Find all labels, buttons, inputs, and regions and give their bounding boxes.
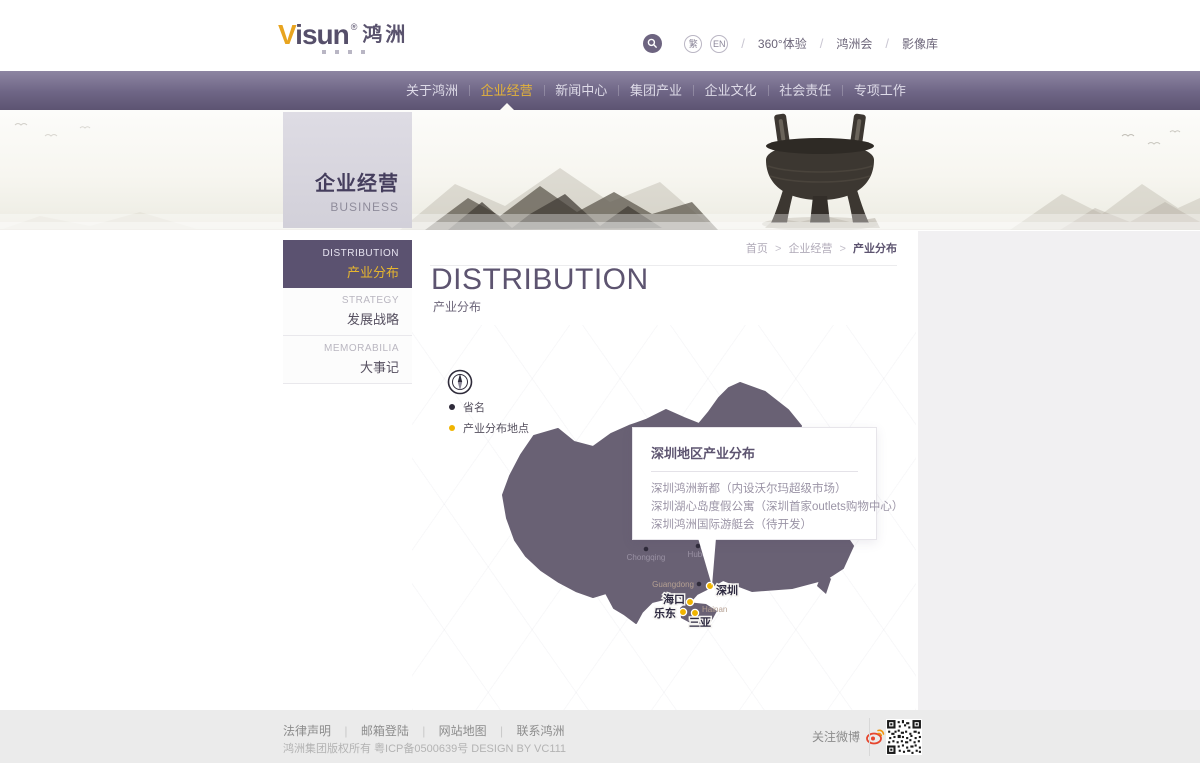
province-label-hainan: Hainan (702, 605, 727, 614)
popup-title: 深圳地区产业分布 (651, 443, 858, 462)
header-separator: / (885, 36, 889, 51)
sidebar-item-cn-label: 发展战略 (347, 309, 399, 328)
logo-brand-text: Visun (278, 22, 349, 48)
search-button[interactable] (643, 34, 662, 53)
weibo-follow[interactable]: 关注微博 (812, 728, 886, 745)
right-background-panel (918, 231, 1200, 710)
city-dot-ledong[interactable] (679, 608, 686, 615)
main-navbar: 关于鸿洲 企业经营 新闻中心 集团产业 企业文化 社会责任 专项工作 (0, 71, 1200, 110)
sidebar-title-en: BUSINESS (330, 200, 399, 214)
nav-item-business[interactable]: 企业经营 (470, 71, 544, 110)
logo-chinese-name: 鸿洲 (362, 22, 408, 48)
sidebar-item-en-label: STRATEGY (342, 295, 399, 306)
site-logo[interactable]: Visun ® 鸿洲 (278, 22, 408, 48)
header-separator: / (820, 36, 824, 51)
city-dot-sanya[interactable] (691, 609, 698, 616)
nav-item-special-projects[interactable]: 专项工作 (843, 71, 917, 110)
page-title: DISTRIBUTION (431, 263, 649, 297)
nav-item-culture[interactable]: 企业文化 (694, 71, 768, 110)
footer-link-contact[interactable]: 联系鸿洲 (516, 724, 564, 738)
footer-copyright: 鸿洲集团版权所有 粤ICP备0500639号 DESIGN BY VC111 (283, 740, 566, 756)
nav-items: 关于鸿洲 企业经营 新闻中心 集团产业 企业文化 社会责任 专项工作 (395, 71, 917, 110)
breadcrumb-current: 产业分布 (853, 243, 897, 255)
weibo-label: 关注微博 (812, 728, 860, 745)
popup-item: 深圳鸿洲新都（内设沃尔玛超级市场） (651, 480, 858, 498)
nav-item-about[interactable]: 关于鸿洲 (395, 71, 469, 110)
footer-link-legal[interactable]: 法律声明 (283, 724, 331, 738)
logo-tagline-marks (322, 50, 365, 54)
breadcrumb-home[interactable]: 首页 (746, 243, 768, 255)
popup-divider (651, 471, 858, 472)
top-header: Visun ® 鸿洲 繁 EN / 360°体验 / 鸿洲会 / 影像库 (0, 0, 1200, 71)
popup-pointer-tail (694, 538, 720, 588)
sidebar-item-cn-label: 产业分布 (347, 262, 399, 281)
banner-landscape-illustration (0, 110, 1200, 230)
city-dot-haikou[interactable] (686, 598, 693, 605)
page-banner (0, 110, 1200, 230)
breadcrumb-separator: > (840, 243, 846, 255)
footer-links: 法律声明 | 邮箱登陆 | 网站地图 | 联系鸿洲 (283, 722, 565, 739)
popup-item: 深圳鸿洲国际游艇会（待开发） (651, 516, 858, 534)
sidebar-section-header: 企业经营 BUSINESS (283, 112, 412, 228)
nav-item-business-label: 企业经营 (481, 83, 533, 98)
footer-link-divider: | (500, 724, 503, 738)
ding-artifact-illustration (762, 113, 880, 230)
sidebar-title-cn: 企业经营 (315, 167, 399, 196)
sidebar-item-cn-label: 大事记 (360, 357, 399, 376)
lang-english-button[interactable]: EN (710, 35, 728, 53)
header-link-hongzhou-club[interactable]: 鸿洲会 (836, 35, 872, 52)
weibo-qr-code (886, 719, 922, 755)
province-label-chongqing: Chongqing (627, 553, 666, 562)
city-label-sanya: 三亚 (689, 616, 711, 629)
page-footer: 法律声明 | 邮箱登陆 | 网站地图 | 联系鸿洲 鸿洲集团版权所有 粤ICP备… (0, 710, 1200, 763)
sidebar-item-memorabilia[interactable]: MEMORABILIA 大事记 (283, 336, 412, 384)
popup-item: 深圳湖心岛度假公寓（深圳首家outlets购物中心） (651, 498, 858, 516)
footer-link-sitemap[interactable]: 网站地图 (439, 724, 487, 738)
header-link-image-gallery[interactable]: 影像库 (902, 35, 938, 52)
header-separator: / (741, 36, 745, 51)
sidebar-item-en-label: DISTRIBUTION (322, 248, 399, 259)
header-utility-bar: 繁 EN / 360°体验 / 鸿洲会 / 影像库 (643, 34, 938, 53)
page-subtitle: 产业分布 (433, 298, 481, 315)
nav-item-social-responsibility[interactable]: 社会责任 (768, 71, 842, 110)
footer-link-divider: | (344, 724, 347, 738)
sidebar-menu: DISTRIBUTION 产业分布 STRATEGY 发展战略 MEMORABI… (283, 240, 412, 384)
breadcrumb-separator: > (775, 243, 781, 255)
sidebar-item-distribution[interactable]: DISTRIBUTION 产业分布 (283, 240, 412, 288)
registered-mark: ® (351, 22, 358, 32)
province-label-guangdong: Guangdong (652, 580, 694, 589)
nav-item-news[interactable]: 新闻中心 (544, 71, 618, 110)
shenzhen-distribution-popup: 深圳地区产业分布 深圳鸿洲新都（内设沃尔玛超级市场） 深圳湖心岛度假公寓（深圳首… (632, 427, 877, 540)
footer-link-mail-login[interactable]: 邮箱登陆 (361, 724, 409, 738)
logo-rest: isun (295, 19, 349, 50)
search-icon (647, 38, 658, 49)
nav-item-group-industry[interactable]: 集团产业 (619, 71, 693, 110)
lang-traditional-button[interactable]: 繁 (684, 35, 702, 53)
province-dot-chongqing (644, 547, 649, 552)
city-label-haikou: 海口 (663, 592, 685, 606)
footer-vertical-divider (869, 718, 870, 756)
sidebar-item-en-label: MEMORABILIA (324, 343, 399, 354)
logo-initial: V (278, 19, 295, 50)
header-link-360-experience[interactable]: 360°体验 (758, 35, 807, 52)
city-label-ledong: 乐东 (654, 606, 676, 620)
footer-link-divider: | (422, 724, 425, 738)
breadcrumb-business[interactable]: 企业经营 (788, 243, 832, 255)
active-nav-pointer-icon (500, 103, 514, 110)
sidebar-item-strategy[interactable]: STRATEGY 发展战略 (283, 288, 412, 336)
